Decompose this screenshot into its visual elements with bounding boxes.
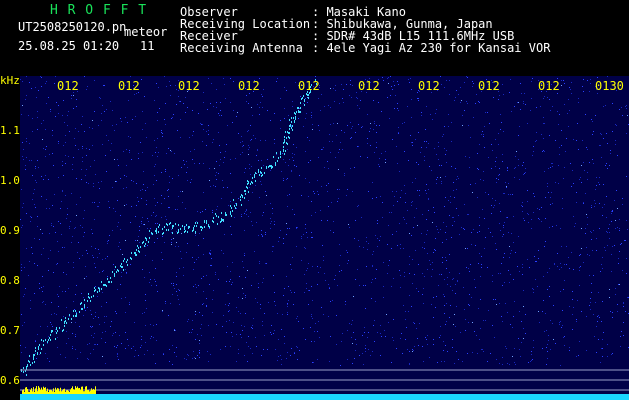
x-tick-6: 012 [358,79,380,93]
x-tick-9: 012 [538,79,560,93]
x-tick-7: 012 [418,79,440,93]
x-tick-1: 012 [57,79,79,93]
count-label: 11 [140,39,155,53]
x-tick-5: 012 [298,79,320,93]
tag-label: meteor [124,25,168,39]
field-value-antenna: : 4ele Yagi Az 230 for Kansai VOR [312,41,551,55]
x-tick-3: 012 [178,79,200,93]
y-unit-label: kHz [0,74,20,87]
y-tick-0-9: 0.9 [0,224,20,237]
y-tick-1-0: 1.0 [0,174,20,187]
spectrogram-canvas [20,76,629,400]
x-tick-4: 012 [238,79,260,93]
field-key-antenna: Receiving Antenna [180,41,303,55]
filename-label: UT2508250120.pn [18,20,127,34]
y-tick-0-8: 0.8 [0,274,20,287]
y-tick-0-6: 0.6 [0,374,20,387]
x-tick-8: 012 [478,79,500,93]
x-tick-10: 0130 [595,79,624,93]
y-tick-0-7: 0.7 [0,324,20,337]
y-tick-1-1: 1.1 [0,124,20,137]
hrofft-window: H R O F F T UT2508250120.pn meteor 25.08… [0,0,629,400]
x-tick-2: 012 [118,79,140,93]
timestamp-label: 25.08.25 01:20 [18,39,120,53]
logo-text: H R O F F T [50,3,148,18]
spectrogram-plot [20,76,629,400]
